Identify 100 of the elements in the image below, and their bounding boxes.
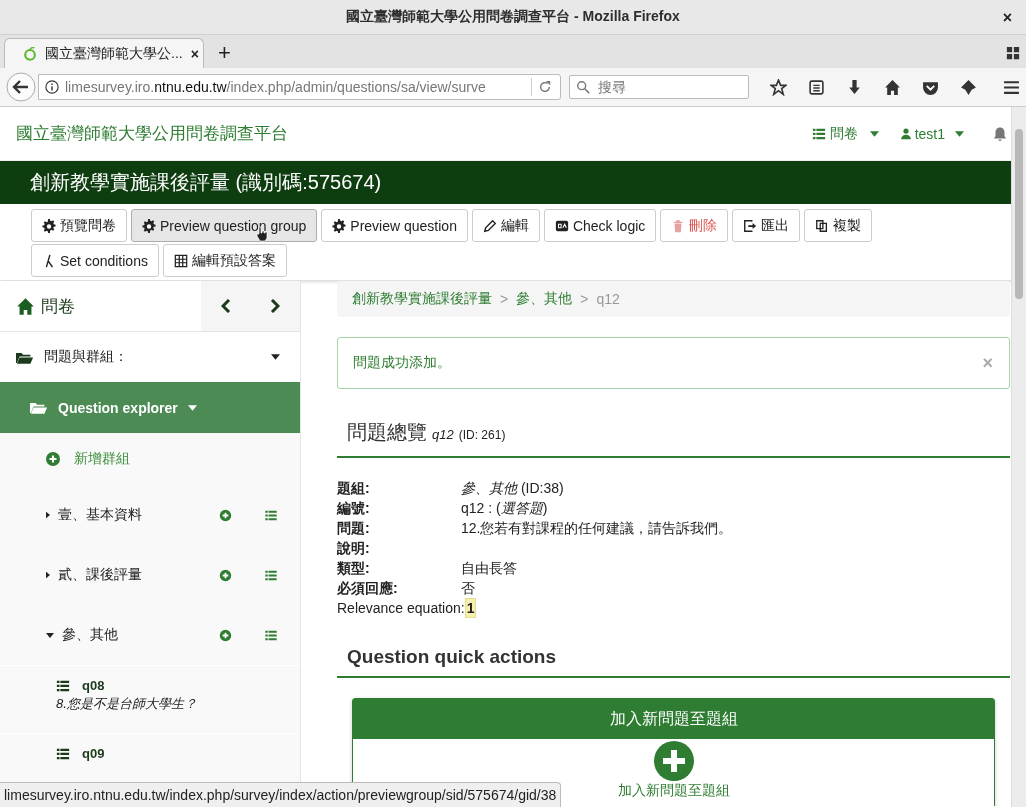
list-icon[interactable] (264, 508, 278, 522)
question-id: (ID: 261) (458, 428, 506, 442)
folder-icon (30, 400, 48, 415)
close-button[interactable]: × (1002, 9, 1012, 27)
breadcrumb-item[interactable]: 參、其他 (516, 290, 573, 308)
caret-icon (187, 404, 197, 411)
field-label: 必須回應: (337, 579, 399, 598)
gear-icon (332, 218, 347, 233)
star-icon[interactable] (770, 78, 787, 96)
breadcrumb-separator: > (500, 291, 509, 307)
surveys-menu[interactable]: 問卷 (811, 124, 858, 143)
field-label: 編號: (337, 499, 371, 518)
chevron-right-icon[interactable] (270, 299, 281, 313)
list-icon (811, 126, 826, 141)
address-field[interactable]: limesurvey.iro.ntnu.edu.tw/index.php/admin/questions/sa/view/surve (38, 74, 562, 100)
field-value: 參、其他 (ID:38) (461, 479, 564, 498)
scrollbar-thumb[interactable] (1015, 129, 1023, 299)
search-icon (576, 80, 591, 94)
window-title: 國立臺灣師範大學公用問卷調查平台 - Mozilla Firefox (346, 8, 680, 26)
toolbar-button[interactable]: 複製 (804, 209, 873, 242)
field-value: 1 (464, 598, 477, 618)
browser-tab[interactable]: 國立臺灣師範大學公... × (4, 38, 204, 68)
tab-title: 國立臺灣師範大學公... (45, 44, 183, 63)
plus-circle-icon (46, 452, 60, 466)
question-text[interactable]: 8.您是不是台師大學生？ (56, 695, 300, 713)
list-icon (56, 746, 70, 761)
field-label: 題組: (337, 479, 371, 498)
caret-icon (955, 130, 964, 137)
search-input[interactable]: 搜尋 (596, 78, 741, 96)
status-bar: limesurvey.iro.ntnu.edu.tw/index.php/survey/index/action/previewgroup/sid/575674/gid/38 (0, 782, 562, 807)
bell-icon[interactable] (992, 125, 1008, 142)
field-value: 自由長答 (461, 559, 517, 578)
table-icon (173, 253, 188, 268)
list-icon (56, 678, 70, 693)
breadcrumb-item: q12 (596, 291, 620, 307)
toolbar-button[interactable]: Preview question group (131, 209, 318, 242)
toolbar-button[interactable]: Check logic (543, 209, 657, 242)
reload-icon[interactable] (538, 80, 553, 94)
toolbar-button[interactable]: Preview question (321, 209, 468, 242)
field-label: 類型: (337, 559, 371, 578)
section-title: Question quick actions (337, 618, 1010, 678)
field-value: 12.您若有對課程的任何建議，請告訴我們。 (461, 519, 733, 538)
new-tab-button[interactable]: + (218, 42, 231, 64)
scrollbar[interactable] (1011, 107, 1026, 807)
search-field[interactable]: 搜尋 (569, 75, 749, 99)
question-explorer-item[interactable]: Question explorer (0, 382, 300, 433)
plus-circle-icon[interactable] (653, 741, 694, 781)
add-question-link[interactable]: 加入新問題至題組 (617, 782, 730, 800)
toolbar-button[interactable]: Set conditions (31, 244, 159, 277)
breadcrumb-item[interactable]: 創新教學實施課後評量 (352, 290, 492, 308)
field-label: Relevance equation: (337, 599, 465, 618)
export-icon (743, 218, 758, 233)
group-item[interactable]: 參、其他 (46, 626, 219, 644)
field-value: q12 : (選答題) (461, 499, 548, 518)
home-icon (16, 296, 35, 316)
gear-icon (42, 218, 56, 233)
toolbar-button[interactable]: 刪除 (660, 209, 729, 242)
plus-circle-icon[interactable] (219, 508, 232, 522)
group-item[interactable]: 貳、課後評量 (46, 566, 219, 584)
pencil-icon (482, 218, 497, 233)
close-tab-button[interactable]: × (190, 45, 199, 62)
gear-icon (142, 218, 156, 233)
user-menu[interactable]: test1 (900, 125, 964, 142)
toolbar-button[interactable]: 預覽問卷 (31, 209, 127, 242)
sidebar-section[interactable]: 問題與群組： (0, 332, 300, 382)
group-item[interactable]: 壹、基本資料 (46, 506, 219, 524)
alert-message: 問題成功添加。 (353, 354, 452, 372)
site-title[interactable]: 國立臺灣師範大學公用問卷調查平台 (16, 122, 288, 145)
section-title: 問題總覽 (347, 420, 427, 445)
home-icon[interactable] (884, 78, 901, 96)
grid-icon[interactable] (1006, 46, 1020, 60)
breadcrumb-separator: > (580, 291, 589, 307)
leaf-icon (23, 46, 37, 61)
user-icon (900, 127, 911, 140)
card-header: 加入新問題至題組 (353, 699, 994, 739)
question-code[interactable]: q08 (82, 678, 105, 693)
question-code: q12 (432, 427, 454, 442)
add-group-link[interactable]: 新增群組 (0, 433, 300, 485)
field-value: 否 (461, 579, 475, 598)
plus-circle-icon[interactable] (219, 568, 232, 582)
toolbar-button[interactable]: 編輯預設答案 (162, 244, 287, 277)
toolbar-button[interactable]: 編輯 (471, 209, 540, 242)
field-label: 說明: (337, 539, 371, 558)
list-icon[interactable] (264, 568, 278, 582)
shield-icon[interactable] (960, 78, 977, 96)
back-icon[interactable] (6, 72, 36, 102)
list-icon[interactable] (264, 628, 278, 642)
chevron-left-icon[interactable] (220, 299, 231, 313)
plus-circle-icon[interactable] (219, 628, 232, 642)
toolbar-button[interactable]: 匯出 (732, 209, 801, 242)
survey-title-bar: 創新教學實施課後評量 (識別碼:575674) (0, 161, 1012, 204)
info-icon (45, 80, 59, 94)
reader-list-icon[interactable] (808, 78, 825, 96)
badge-icon (554, 218, 569, 233)
field-label: 問題: (337, 519, 371, 538)
question-code[interactable]: q09 (82, 746, 105, 761)
caret-icon[interactable] (869, 130, 879, 137)
menu-icon[interactable] (1003, 78, 1020, 96)
caret-icon (271, 354, 280, 360)
copy-icon (815, 218, 830, 233)
